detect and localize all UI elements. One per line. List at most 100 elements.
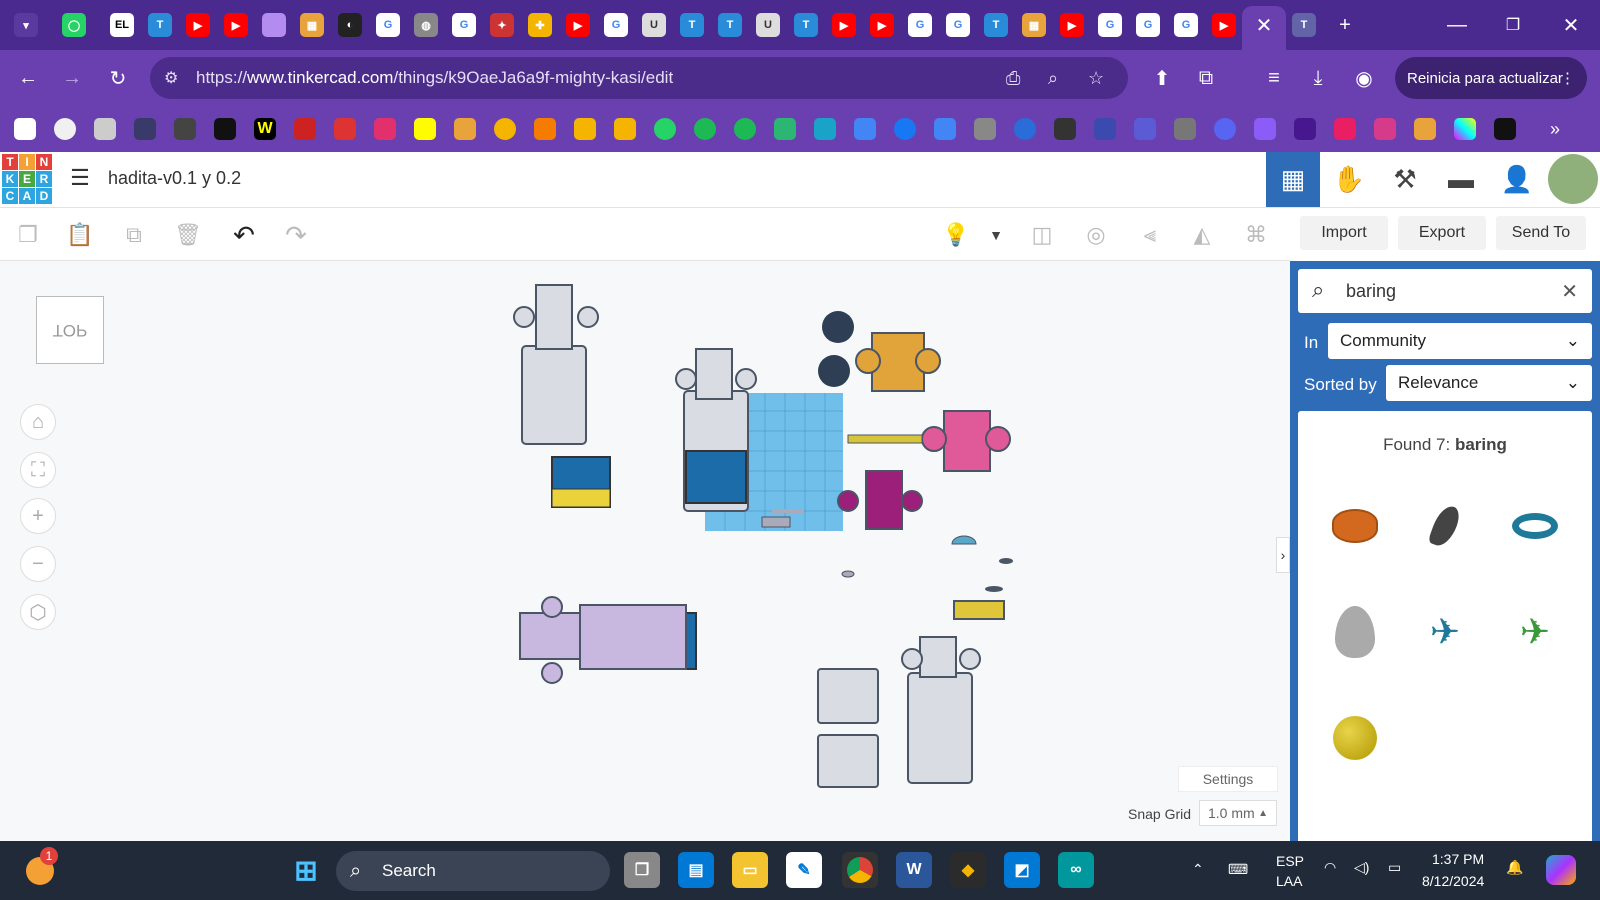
volume-icon[interactable]: ◁) bbox=[1354, 859, 1369, 876]
photos-icon[interactable]: ◩ bbox=[1004, 852, 1040, 888]
view-cube[interactable]: TOP bbox=[36, 296, 104, 364]
tab-app-icon[interactable] bbox=[262, 13, 286, 37]
tab-google-icon[interactable]: G bbox=[1136, 13, 1160, 37]
result-green-plane[interactable]: ✈ bbox=[1492, 581, 1578, 683]
notification-bell-icon[interactable]: 🔔 bbox=[1506, 859, 1523, 876]
copy-icon[interactable]: ❐ bbox=[12, 219, 44, 251]
tab-tinkercad-logo-icon[interactable]: ▦ bbox=[1022, 13, 1046, 37]
zoom-icon[interactable]: ⌕ bbox=[1048, 68, 1058, 89]
bookmark-icon[interactable] bbox=[214, 118, 236, 140]
duplicate-icon[interactable]: ⧉ bbox=[118, 219, 150, 251]
keyboard-icon[interactable]: ⌨ bbox=[1228, 861, 1248, 878]
close-window-icon[interactable]: ✕ bbox=[1556, 10, 1586, 40]
briefcase-icon[interactable]: ▬ bbox=[1434, 152, 1488, 207]
copilot-icon[interactable] bbox=[1546, 855, 1576, 885]
bookmark-icon[interactable] bbox=[54, 118, 76, 140]
bookmark-discord-icon[interactable] bbox=[1214, 118, 1236, 140]
tab-google-icon[interactable]: G bbox=[376, 13, 400, 37]
bookmark-spotify-icon[interactable] bbox=[694, 118, 716, 140]
bookmark-icon[interactable] bbox=[174, 118, 196, 140]
cruise-icon[interactable]: ⌘ bbox=[1240, 219, 1272, 251]
tab-tinkercad-icon[interactable]: T bbox=[718, 13, 742, 37]
result-yellow-sphere[interactable] bbox=[1312, 687, 1398, 789]
extension-icon[interactable]: ⬆ bbox=[1148, 64, 1176, 92]
settings-button[interactable]: Settings bbox=[1178, 766, 1278, 792]
language-bottom[interactable]: LAA bbox=[1276, 873, 1302, 889]
taskbar-search[interactable]: ⌕ Search bbox=[336, 851, 610, 891]
result-teal-plane[interactable]: ✈ bbox=[1402, 581, 1488, 683]
send-to-button[interactable]: Send To bbox=[1496, 216, 1586, 250]
site-settings-icon[interactable]: ⚙ bbox=[164, 68, 178, 88]
bookmark-icon[interactable] bbox=[334, 118, 356, 140]
avatar[interactable] bbox=[1548, 154, 1598, 204]
shape-search-input[interactable]: ⌕ baring ✕ bbox=[1298, 269, 1592, 313]
export-button[interactable]: Export bbox=[1398, 216, 1486, 250]
tab-u-icon[interactable]: U bbox=[756, 13, 780, 37]
redo-icon[interactable]: ↷ bbox=[280, 219, 312, 251]
bookmark-icon[interactable] bbox=[94, 118, 116, 140]
bookmark-icon[interactable] bbox=[934, 118, 956, 140]
tab-youtube-icon[interactable]: ▶ bbox=[186, 13, 210, 37]
media-icon[interactable]: ≡ bbox=[1260, 64, 1288, 92]
clock-time[interactable]: 1:37 PM bbox=[1432, 851, 1484, 867]
close-tab-icon[interactable]: ✕ bbox=[1252, 13, 1276, 37]
bookmark-icon[interactable] bbox=[1494, 118, 1516, 140]
bookmark-icon[interactable] bbox=[1094, 118, 1116, 140]
tab-tinkercad-icon[interactable]: T bbox=[984, 13, 1008, 37]
chrome-icon[interactable] bbox=[842, 852, 878, 888]
bookmark-icon[interactable] bbox=[1134, 118, 1156, 140]
bookmark-snapchat-icon[interactable] bbox=[414, 118, 436, 140]
light-bulb-icon[interactable]: 💡 bbox=[940, 219, 972, 251]
result-gray-cone[interactable] bbox=[1312, 581, 1398, 683]
bookmark-icon[interactable] bbox=[294, 118, 316, 140]
bookmark-home-icon[interactable] bbox=[574, 118, 596, 140]
add-user-icon[interactable]: 👤 bbox=[1490, 152, 1544, 207]
bookmark-icon[interactable] bbox=[614, 118, 636, 140]
tab-google-icon[interactable]: G bbox=[604, 13, 628, 37]
tools-icon[interactable]: ⚒ bbox=[1378, 152, 1432, 207]
file-explorer-icon[interactable]: ▭ bbox=[732, 852, 768, 888]
delete-icon[interactable]: 🗑 bbox=[172, 219, 204, 251]
arduino-icon[interactable]: ∞ bbox=[1058, 852, 1094, 888]
url-input[interactable]: ⚙ https://www.tinkercad.com/things/k9Oae… bbox=[150, 57, 1128, 99]
tab-pinwheel-icon[interactable]: ✚ bbox=[528, 13, 552, 37]
update-button[interactable]: Reinicia para actualizar ⋮ bbox=[1395, 57, 1587, 99]
bookmark-icon[interactable] bbox=[1174, 118, 1196, 140]
workplane-canvas[interactable] bbox=[0, 261, 1290, 841]
perspective-icon[interactable]: ⬡ bbox=[20, 594, 56, 630]
active-tab[interactable]: ✕ bbox=[1242, 6, 1286, 50]
tab-app-icon[interactable]: ✦ bbox=[490, 13, 514, 37]
bookmark-icon[interactable] bbox=[14, 118, 36, 140]
tab-teams-icon[interactable]: T bbox=[1292, 13, 1316, 37]
in-dropdown[interactable]: Community ⌄ bbox=[1328, 323, 1592, 359]
wifi-icon[interactable]: ◠ bbox=[1324, 859, 1336, 876]
tab-youtube-icon[interactable]: ▶ bbox=[832, 13, 856, 37]
home-view-icon[interactable]: ⌂ bbox=[20, 404, 56, 440]
windows-start-icon[interactable]: ⊞ bbox=[288, 852, 324, 888]
tab-youtube-icon[interactable]: ▶ bbox=[870, 13, 894, 37]
tab-el-icon[interactable]: EL bbox=[110, 13, 134, 37]
bookmark-icon[interactable] bbox=[1414, 118, 1436, 140]
bookmark-kahoot-icon[interactable] bbox=[1294, 118, 1316, 140]
bookmark-w-icon[interactable]: W bbox=[254, 118, 276, 140]
blocks-icon[interactable]: ✋ bbox=[1322, 152, 1376, 207]
bookmark-star-icon[interactable]: ☆ bbox=[1088, 68, 1104, 89]
bookmark-icon[interactable] bbox=[854, 118, 876, 140]
widgets-icon[interactable]: ▤ bbox=[678, 852, 714, 888]
word-icon[interactable]: W bbox=[896, 852, 932, 888]
bookmark-search-icon[interactable] bbox=[494, 118, 516, 140]
group-icon[interactable]: ◫ bbox=[1026, 219, 1058, 251]
back-icon[interactable]: ← bbox=[14, 64, 42, 92]
tray-chevron-icon[interactable]: ⌃ bbox=[1192, 861, 1204, 878]
tab-tinkercad-icon[interactable]: T bbox=[148, 13, 172, 37]
task-view-icon[interactable]: ❐ bbox=[624, 852, 660, 888]
install-app-icon[interactable]: ⎙ bbox=[1006, 68, 1020, 89]
import-button[interactable]: Import bbox=[1300, 216, 1388, 250]
bookmark-whatsapp-icon[interactable] bbox=[654, 118, 676, 140]
bookmark-icon[interactable] bbox=[1374, 118, 1396, 140]
bookmark-play-icon[interactable] bbox=[814, 118, 836, 140]
tab-github-icon[interactable]: ◐ bbox=[338, 13, 362, 37]
puzzle-icon[interactable]: ⧉ bbox=[1192, 64, 1220, 92]
bookmark-icon[interactable] bbox=[134, 118, 156, 140]
tab-u-icon[interactable]: U bbox=[642, 13, 666, 37]
